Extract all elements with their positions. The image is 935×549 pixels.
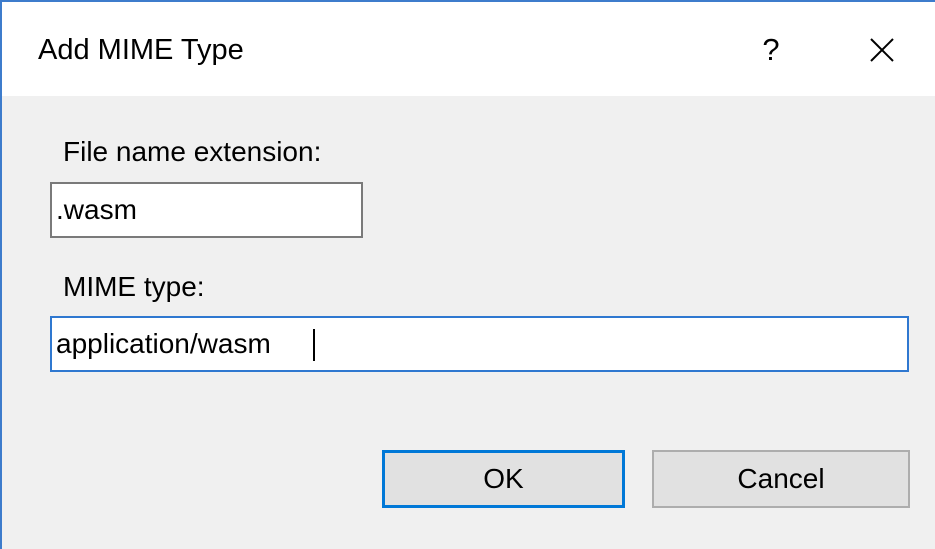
add-mime-type-dialog: Add MIME Type ? File name extension: MIM… bbox=[0, 0, 935, 549]
file-name-extension-input[interactable] bbox=[50, 182, 363, 238]
text-caret bbox=[313, 329, 315, 361]
cancel-button[interactable]: Cancel bbox=[652, 450, 910, 508]
help-icon: ? bbox=[762, 32, 780, 67]
file-name-extension-label: File name extension: bbox=[63, 136, 322, 167]
mime-type-input[interactable] bbox=[50, 316, 909, 372]
help-button[interactable]: ? bbox=[744, 22, 798, 78]
title-bar: Add MIME Type ? bbox=[2, 2, 935, 96]
ok-button[interactable]: OK bbox=[382, 450, 625, 508]
close-button[interactable] bbox=[852, 22, 912, 78]
close-icon bbox=[870, 38, 894, 62]
mime-type-label: MIME type: bbox=[63, 271, 205, 302]
dialog-title: Add MIME Type bbox=[38, 34, 244, 66]
